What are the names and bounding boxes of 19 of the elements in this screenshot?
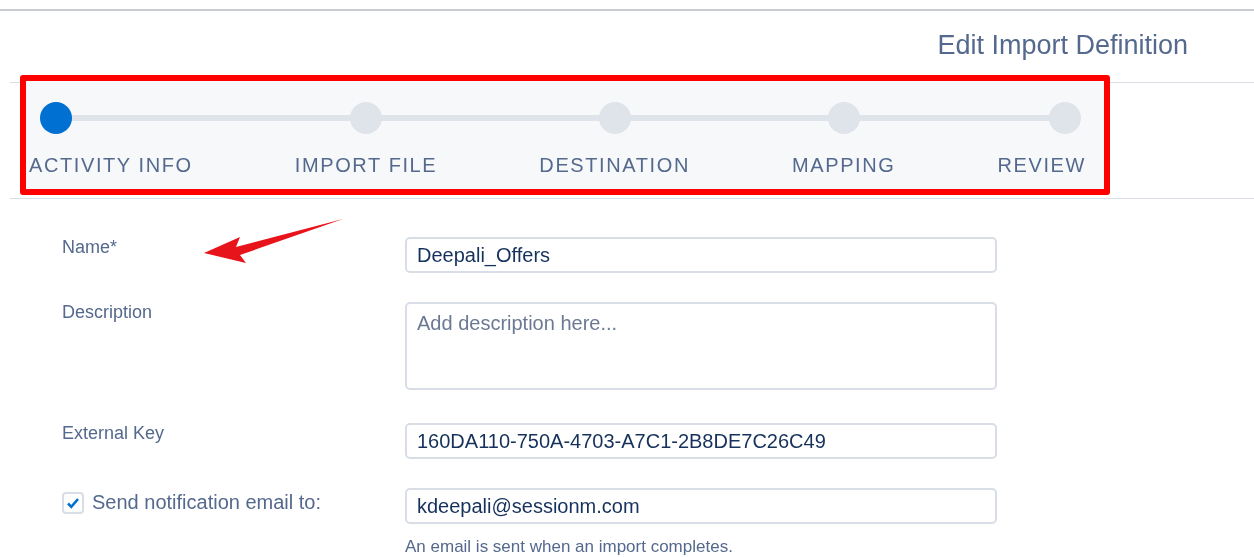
step-label[interactable]: ACTIVITY INFO [29, 154, 193, 177]
input-field[interactable]: Deepali_Offers [405, 237, 997, 273]
field-label: Description [62, 301, 153, 322]
description-field[interactable]: Add description here... [405, 302, 997, 390]
input-field[interactable]: kdeepali@sessionm.com [405, 488, 997, 524]
check-icon [66, 496, 80, 509]
step-label[interactable]: REVIEW [997, 154, 1086, 177]
page-title: Edit Import Definition [937, 30, 1188, 62]
step-label[interactable]: IMPORT FILE [294, 154, 438, 177]
step-dot[interactable] [1049, 102, 1081, 134]
input-field[interactable]: 160DA110-750A-4703-A7C1-2B8DE7C26C49 [405, 423, 997, 459]
hint-text: An email is sent when an import completes. [405, 537, 734, 557]
checkbox-label: Send notification email to: [92, 491, 322, 514]
field-label: Name* [62, 236, 118, 257]
field-label: External Key [62, 422, 165, 443]
step-label[interactable]: MAPPING [792, 154, 896, 177]
step-label[interactable]: DESTINATION [539, 154, 690, 177]
step-dot[interactable] [40, 102, 72, 134]
checkbox[interactable] [62, 491, 84, 514]
